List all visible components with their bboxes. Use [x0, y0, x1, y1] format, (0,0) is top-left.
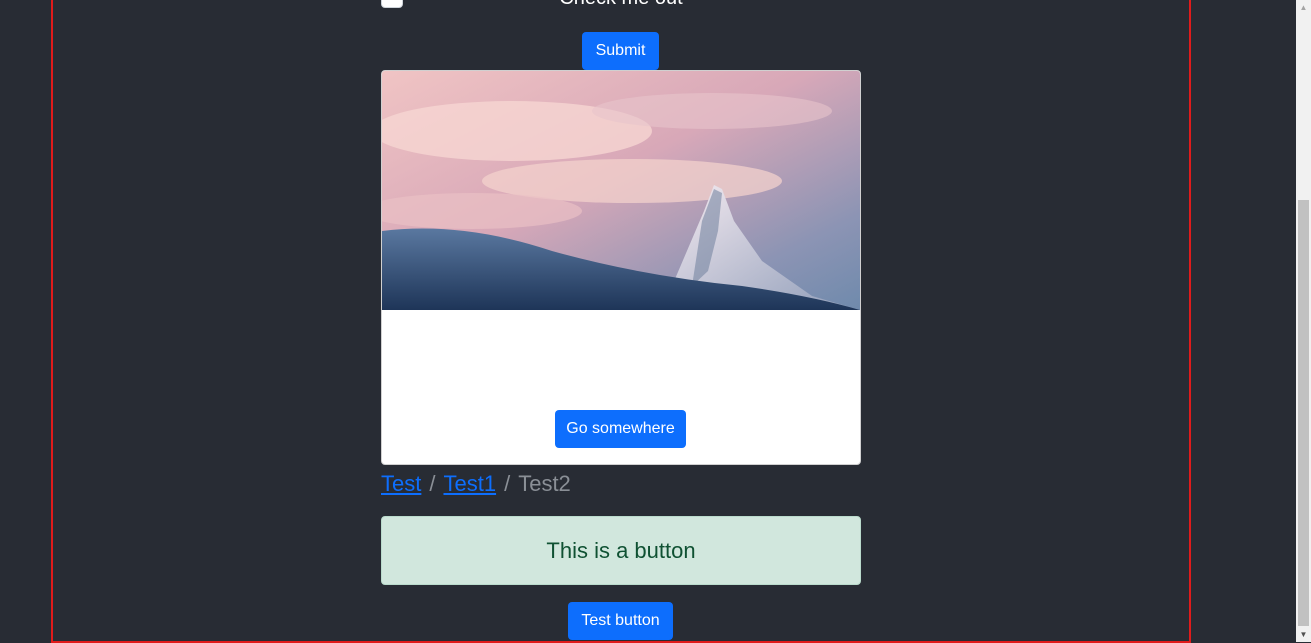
checkbox-row: Check me out [381, 0, 861, 12]
scroll-down-arrow-icon[interactable]: ▼ [1296, 627, 1311, 642]
go-somewhere-button[interactable]: Go somewhere [555, 410, 686, 448]
breadcrumb: Test / Test1 / Test2 [381, 470, 571, 498]
breadcrumb-item-test[interactable]: Test [381, 471, 421, 496]
card: Go somewhere [381, 70, 861, 465]
vertical-scrollbar[interactable]: ▲ ▼ [1296, 0, 1311, 642]
scroll-up-arrow-icon[interactable]: ▲ [1296, 0, 1311, 15]
breadcrumb-separator: / [504, 471, 511, 496]
card-image [382, 71, 860, 310]
breadcrumb-item-test1[interactable]: Test1 [443, 471, 496, 496]
breadcrumb-separator: / [429, 471, 436, 496]
test-button[interactable]: Test button [568, 602, 673, 640]
submit-button[interactable]: Submit [582, 32, 659, 70]
breadcrumb-item-test2: Test2 [518, 471, 571, 496]
checkbox-label: Check me out [381, 0, 861, 10]
alert-button[interactable]: This is a button [381, 516, 861, 585]
scrollbar-thumb[interactable] [1298, 200, 1309, 626]
